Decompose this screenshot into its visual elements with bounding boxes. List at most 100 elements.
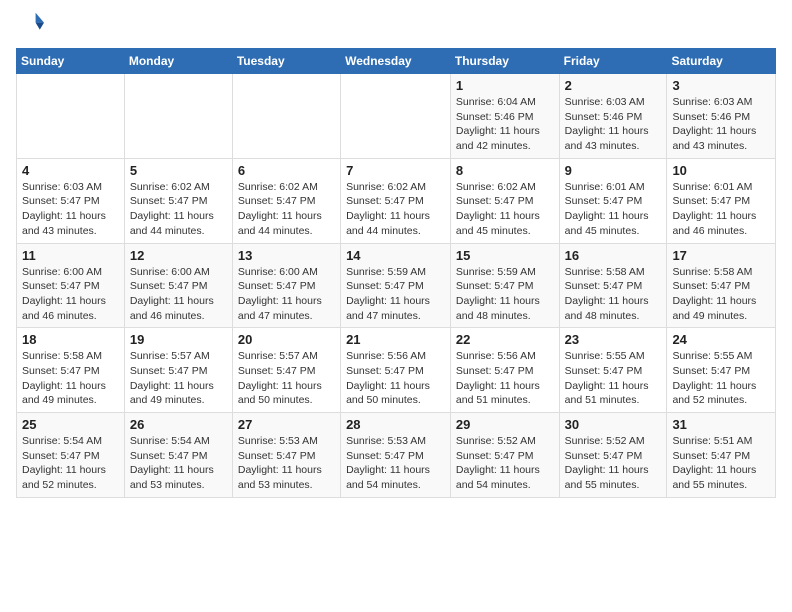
day-number: 28 bbox=[346, 417, 445, 432]
day-info: Sunrise: 6:00 AMSunset: 5:47 PMDaylight:… bbox=[22, 265, 119, 324]
calendar-cell: 23 Sunrise: 5:55 AMSunset: 5:47 PMDayligh… bbox=[559, 328, 667, 413]
day-number: 31 bbox=[672, 417, 770, 432]
calendar-body: 1Sunrise: 6:04 AMSunset: 5:46 PMDaylight… bbox=[17, 74, 776, 498]
weekday-sunday: Sunday bbox=[17, 49, 125, 74]
day-number: 7 bbox=[346, 163, 445, 178]
calendar-cell: 1Sunrise: 6:04 AMSunset: 5:46 PMDaylight… bbox=[450, 74, 559, 159]
day-number: 18 bbox=[22, 332, 119, 347]
day-number: 14 bbox=[346, 248, 445, 263]
day-info: Sunrise: 5:51 AMSunset: 5:47 PMDaylight:… bbox=[672, 434, 770, 493]
week-row: 1Sunrise: 6:04 AMSunset: 5:46 PMDaylight… bbox=[17, 74, 776, 159]
day-number: 9 bbox=[565, 163, 662, 178]
day-number: 17 bbox=[672, 248, 770, 263]
calendar-cell: 11 Sunrise: 6:00 AMSunset: 5:47 PMDayligh… bbox=[17, 243, 125, 328]
day-info: Sunrise: 5:54 AMSunset: 5:47 PMDaylight:… bbox=[22, 434, 119, 493]
day-info: Sunrise: 6:00 AMSunset: 5:47 PMDaylight:… bbox=[238, 265, 335, 324]
weekday-header-row: SundayMondayTuesdayWednesdayThursdayFrid… bbox=[17, 49, 776, 74]
calendar-cell: 29Sunrise: 5:52 AMSunset: 5:47 PMDayligh… bbox=[450, 413, 559, 498]
calendar-cell: 26 Sunrise: 5:54 AMSunset: 5:47 PMDayligh… bbox=[124, 413, 232, 498]
calendar-cell: 3 Sunrise: 6:03 AMSunset: 5:46 PMDaylight… bbox=[667, 74, 776, 159]
calendar-cell: 28 Sunrise: 5:53 AMSunset: 5:47 PMDayligh… bbox=[341, 413, 451, 498]
day-number: 16 bbox=[565, 248, 662, 263]
day-info: Sunrise: 5:54 AMSunset: 5:47 PMDaylight:… bbox=[130, 434, 227, 493]
day-number: 27 bbox=[238, 417, 335, 432]
calendar-cell bbox=[232, 74, 340, 159]
day-info: Sunrise: 6:02 AMSunset: 5:47 PMDaylight:… bbox=[456, 180, 554, 239]
day-info: Sunrise: 5:58 AMSunset: 5:47 PMDaylight:… bbox=[672, 265, 770, 324]
day-info: Sunrise: 5:55 AMSunset: 5:47 PMDaylight:… bbox=[672, 349, 770, 408]
day-info: Sunrise: 5:57 AMSunset: 5:47 PMDaylight:… bbox=[130, 349, 227, 408]
day-number: 30 bbox=[565, 417, 662, 432]
calendar-cell: 2 Sunrise: 6:03 AMSunset: 5:46 PMDaylight… bbox=[559, 74, 667, 159]
logo-icon bbox=[16, 10, 44, 38]
calendar-cell: 10Sunrise: 6:01 AMSunset: 5:47 PMDayligh… bbox=[667, 158, 776, 243]
day-info: Sunrise: 5:55 AMSunset: 5:47 PMDaylight:… bbox=[565, 349, 662, 408]
day-info: Sunrise: 5:56 AMSunset: 5:47 PMDaylight:… bbox=[456, 349, 554, 408]
day-info: Sunrise: 5:58 AMSunset: 5:47 PMDaylight:… bbox=[565, 265, 662, 324]
logo bbox=[16, 10, 48, 38]
header bbox=[16, 10, 776, 38]
calendar-cell: 24 Sunrise: 5:55 AMSunset: 5:47 PMDayligh… bbox=[667, 328, 776, 413]
day-number: 2 bbox=[565, 78, 662, 93]
calendar-table: SundayMondayTuesdayWednesdayThursdayFrid… bbox=[16, 48, 776, 498]
day-number: 25 bbox=[22, 417, 119, 432]
day-info: Sunrise: 6:02 AMSunset: 5:47 PMDaylight:… bbox=[346, 180, 445, 239]
day-number: 13 bbox=[238, 248, 335, 263]
weekday-saturday: Saturday bbox=[667, 49, 776, 74]
day-info: Sunrise: 5:53 AMSunset: 5:47 PMDaylight:… bbox=[346, 434, 445, 493]
day-number: 21 bbox=[346, 332, 445, 347]
day-info: Sunrise: 5:52 AMSunset: 5:47 PMDaylight:… bbox=[565, 434, 662, 493]
week-row: 25 Sunrise: 5:54 AMSunset: 5:47 PMDayligh… bbox=[17, 413, 776, 498]
week-row: 11 Sunrise: 6:00 AMSunset: 5:47 PMDayligh… bbox=[17, 243, 776, 328]
day-number: 20 bbox=[238, 332, 335, 347]
day-number: 5 bbox=[130, 163, 227, 178]
day-number: 24 bbox=[672, 332, 770, 347]
calendar-cell: 7 Sunrise: 6:02 AMSunset: 5:47 PMDaylight… bbox=[341, 158, 451, 243]
weekday-tuesday: Tuesday bbox=[232, 49, 340, 74]
day-info: Sunrise: 6:02 AMSunset: 5:47 PMDaylight:… bbox=[238, 180, 335, 239]
day-info: Sunrise: 5:58 AMSunset: 5:47 PMDaylight:… bbox=[22, 349, 119, 408]
calendar-cell: 19Sunrise: 5:57 AMSunset: 5:47 PMDayligh… bbox=[124, 328, 232, 413]
calendar-cell: 5Sunrise: 6:02 AMSunset: 5:47 PMDaylight… bbox=[124, 158, 232, 243]
day-info: Sunrise: 6:03 AMSunset: 5:47 PMDaylight:… bbox=[22, 180, 119, 239]
day-info: Sunrise: 6:00 AMSunset: 5:47 PMDaylight:… bbox=[130, 265, 227, 324]
day-number: 15 bbox=[456, 248, 554, 263]
day-info: Sunrise: 6:03 AMSunset: 5:46 PMDaylight:… bbox=[672, 95, 770, 154]
calendar-cell: 25 Sunrise: 5:54 AMSunset: 5:47 PMDayligh… bbox=[17, 413, 125, 498]
calendar-cell: 13 Sunrise: 6:00 AMSunset: 5:47 PMDayligh… bbox=[232, 243, 340, 328]
day-info: Sunrise: 5:57 AMSunset: 5:47 PMDaylight:… bbox=[238, 349, 335, 408]
calendar-cell: 22 Sunrise: 5:56 AMSunset: 5:47 PMDayligh… bbox=[450, 328, 559, 413]
day-info: Sunrise: 5:56 AMSunset: 5:47 PMDaylight:… bbox=[346, 349, 445, 408]
day-info: Sunrise: 6:03 AMSunset: 5:46 PMDaylight:… bbox=[565, 95, 662, 154]
calendar-cell: 17 Sunrise: 5:58 AMSunset: 5:47 PMDayligh… bbox=[667, 243, 776, 328]
calendar-cell: 18 Sunrise: 5:58 AMSunset: 5:47 PMDayligh… bbox=[17, 328, 125, 413]
day-number: 4 bbox=[22, 163, 119, 178]
weekday-thursday: Thursday bbox=[450, 49, 559, 74]
day-number: 26 bbox=[130, 417, 227, 432]
calendar-cell: 14 Sunrise: 5:59 AMSunset: 5:47 PMDayligh… bbox=[341, 243, 451, 328]
calendar-cell: 30 Sunrise: 5:52 AMSunset: 5:47 PMDayligh… bbox=[559, 413, 667, 498]
day-number: 6 bbox=[238, 163, 335, 178]
day-info: Sunrise: 5:59 AMSunset: 5:47 PMDaylight:… bbox=[456, 265, 554, 324]
calendar-cell: 20 Sunrise: 5:57 AMSunset: 5:47 PMDayligh… bbox=[232, 328, 340, 413]
day-number: 23 bbox=[565, 332, 662, 347]
day-info: Sunrise: 5:53 AMSunset: 5:47 PMDaylight:… bbox=[238, 434, 335, 493]
calendar-cell bbox=[341, 74, 451, 159]
calendar-header: SundayMondayTuesdayWednesdayThursdayFrid… bbox=[17, 49, 776, 74]
calendar-cell bbox=[124, 74, 232, 159]
day-number: 3 bbox=[672, 78, 770, 93]
day-info: Sunrise: 6:04 AMSunset: 5:46 PMDaylight:… bbox=[456, 95, 554, 154]
calendar-cell bbox=[17, 74, 125, 159]
calendar-cell: 31 Sunrise: 5:51 AMSunset: 5:47 PMDayligh… bbox=[667, 413, 776, 498]
day-number: 11 bbox=[22, 248, 119, 263]
day-number: 29 bbox=[456, 417, 554, 432]
day-number: 22 bbox=[456, 332, 554, 347]
day-number: 8 bbox=[456, 163, 554, 178]
weekday-friday: Friday bbox=[559, 49, 667, 74]
weekday-wednesday: Wednesday bbox=[341, 49, 451, 74]
day-info: Sunrise: 5:59 AMSunset: 5:47 PMDaylight:… bbox=[346, 265, 445, 324]
page: SundayMondayTuesdayWednesdayThursdayFrid… bbox=[0, 0, 792, 612]
calendar-cell: 9Sunrise: 6:01 AMSunset: 5:47 PMDaylight… bbox=[559, 158, 667, 243]
week-row: 18 Sunrise: 5:58 AMSunset: 5:47 PMDayligh… bbox=[17, 328, 776, 413]
calendar-cell: 21 Sunrise: 5:56 AMSunset: 5:47 PMDayligh… bbox=[341, 328, 451, 413]
